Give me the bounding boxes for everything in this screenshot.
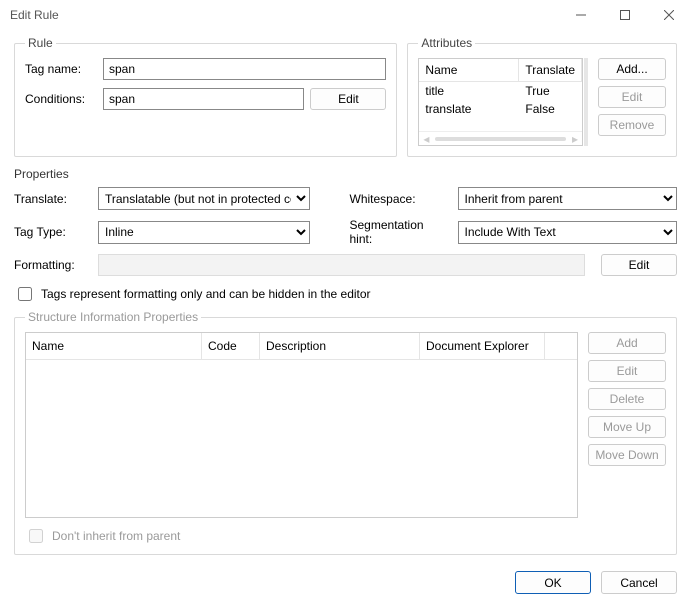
tagname-label: Tag name:: [25, 62, 103, 76]
tagtype-label: Tag Type:: [14, 225, 90, 239]
table-row[interactable]: title True: [419, 82, 582, 100]
formatting-only-checkbox[interactable]: [18, 287, 32, 301]
title-bar: Edit Rule: [0, 0, 691, 30]
formatting-input: [98, 254, 585, 276]
attr-add-button[interactable]: Add...: [598, 58, 666, 80]
conditions-edit-button[interactable]: Edit: [310, 88, 386, 110]
struct-movedown-button[interactable]: Move Down: [588, 444, 666, 466]
whitespace-label: Whitespace:: [350, 192, 450, 206]
conditions-label: Conditions:: [25, 92, 103, 106]
struct-delete-button[interactable]: Delete: [588, 388, 666, 410]
whitespace-select[interactable]: Inherit from parent: [458, 187, 678, 210]
struct-col-doc: Document Explorer: [420, 333, 545, 360]
rule-legend: Rule: [25, 36, 56, 50]
vertical-scrollbar[interactable]: [584, 58, 588, 146]
struct-moveup-button[interactable]: Move Up: [588, 416, 666, 438]
attributes-table[interactable]: Name Translate title True translate Fals…: [418, 58, 583, 146]
structure-group: Structure Information Properties Name Co…: [14, 310, 677, 555]
conditions-input[interactable]: [103, 88, 304, 110]
tagtype-select[interactable]: Inline: [98, 221, 310, 244]
minimize-icon[interactable]: [559, 0, 603, 30]
seghint-label: Segmentation hint:: [350, 218, 450, 246]
attributes-group: Attributes Name Translate title True: [407, 36, 677, 157]
close-icon[interactable]: [647, 0, 691, 30]
struct-edit-button[interactable]: Edit: [588, 360, 666, 382]
attr-edit-button[interactable]: Edit: [598, 86, 666, 108]
translate-label: Translate:: [14, 192, 90, 206]
attr-col-translate: Translate: [519, 59, 582, 82]
translate-select[interactable]: Translatable (but not in protected conte…: [98, 187, 310, 210]
horizontal-scrollbar[interactable]: ◂▸: [419, 131, 582, 145]
table-row[interactable]: translate False: [419, 100, 582, 118]
structure-legend: Structure Information Properties: [25, 310, 201, 324]
ok-button[interactable]: OK: [515, 571, 591, 594]
structure-table[interactable]: Name Code Description Document Explorer: [25, 332, 578, 518]
inherit-label: Don't inherit from parent: [52, 529, 180, 543]
attributes-legend: Attributes: [418, 36, 475, 50]
struct-add-button[interactable]: Add: [588, 332, 666, 354]
struct-col-name: Name: [26, 333, 202, 360]
struct-col-code: Code: [202, 333, 260, 360]
inherit-checkbox: [29, 529, 43, 543]
seghint-select[interactable]: Include With Text: [458, 221, 678, 244]
tagname-input[interactable]: [103, 58, 386, 80]
attr-remove-button[interactable]: Remove: [598, 114, 666, 136]
attr-col-name: Name: [419, 59, 519, 82]
rule-group: Rule Tag name: Conditions: Edit: [14, 36, 397, 157]
formatting-only-label: Tags represent formatting only and can b…: [41, 287, 371, 301]
properties-label: Properties: [14, 167, 69, 181]
formatting-label: Formatting:: [14, 258, 90, 272]
formatting-edit-button[interactable]: Edit: [601, 254, 677, 276]
cancel-button[interactable]: Cancel: [601, 571, 677, 594]
maximize-icon[interactable]: [603, 0, 647, 30]
struct-col-desc: Description: [260, 333, 420, 360]
window-title: Edit Rule: [10, 8, 559, 22]
